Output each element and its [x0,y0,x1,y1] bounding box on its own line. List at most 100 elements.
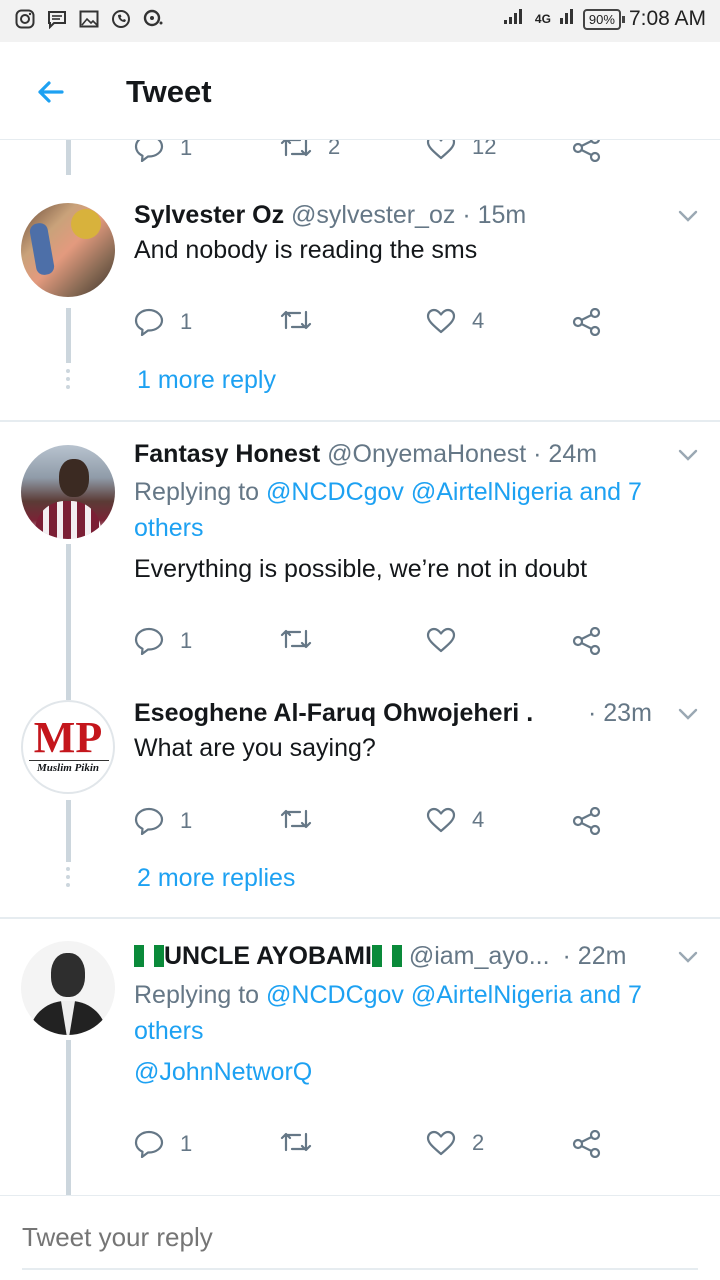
username[interactable]: @OnyemaHonest [327,440,526,468]
avatar[interactable] [21,445,115,539]
retweet-icon [280,629,312,649]
like-action[interactable] [426,627,472,653]
reply-action[interactable]: 1 [134,807,192,835]
like-count: 12 [472,140,497,159]
retweet-action[interactable] [280,308,328,332]
network-type: 4G [534,12,551,26]
share-icon [572,627,601,655]
chevron-down-icon[interactable] [678,448,698,462]
retweet-icon [280,1132,312,1152]
timestamp: · 22m [562,942,627,970]
tweet-text: What are you saying? [134,734,376,762]
tweet-actions: 1 4 [134,308,614,344]
retweet-action[interactable] [280,627,328,651]
gallery-icon [78,8,100,30]
chevron-down-icon[interactable] [678,707,698,721]
avatar[interactable] [21,203,115,297]
replying-to: Replying to @NCDCgov @AirtelNigeria and … [134,474,694,546]
share-action[interactable] [572,627,602,655]
mention-link[interactable]: @JohnNetworQ [134,1058,312,1087]
display-name[interactable]: Sylvester Oz [134,201,284,229]
replying-to-others[interactable]: others [134,514,203,542]
chevron-down-icon[interactable] [678,950,698,964]
share-action[interactable] [572,308,602,336]
heart-icon [426,627,456,653]
replying-to-others[interactable]: others [134,1017,203,1045]
chevron-down-icon[interactable] [678,209,698,223]
reply-action[interactable]: 1 [134,308,192,336]
share-icon [572,807,601,835]
username[interactable]: @iam_ayo... [409,942,550,970]
like-action[interactable]: 4 [426,308,484,334]
like-count: 2 [472,1130,485,1155]
status-right: 4G 90% 7:08 AM [503,7,706,31]
reply-icon [134,140,164,162]
like-action[interactable]: 2 [426,1130,484,1156]
tweet-actions: 1 2 [134,1130,614,1166]
tweet-header: UNCLE AYOBAMI @iam_ayo... · 22m [134,942,626,971]
retweet-icon [280,310,312,330]
share-action[interactable] [572,807,602,835]
share-icon [572,308,601,336]
retweet-action[interactable] [280,1130,328,1154]
like-action[interactable]: 4 [426,807,484,833]
avatar-caption: Muslim Pikin [36,762,100,774]
more-replies-link[interactable]: 1 more reply [137,366,276,395]
display-name[interactable]: Eseoghene Al-Faruq Ohwojeheri ... [134,699,534,727]
heart-icon [426,140,456,160]
display-name[interactable]: Fantasy Honest [134,440,320,468]
reply-underline [22,1268,698,1270]
page-title: Tweet [126,74,212,109]
heart-icon [426,1130,456,1156]
avatar[interactable] [21,941,115,1035]
retweet-action[interactable] [280,807,328,831]
chat-bubble-icon [142,8,164,30]
replying-prefix: Replying to [134,478,267,506]
reply-action[interactable]: 1 [134,627,192,655]
share-action[interactable] [572,1130,602,1158]
like-action[interactable]: 12 [426,140,496,160]
nigeria-flag-icon [371,945,402,967]
thread-line [66,544,71,672]
timestamp: · 23m [588,699,652,727]
reply-action[interactable]: 1 [134,1130,192,1158]
divider [0,917,720,919]
heart-icon [426,308,456,334]
back-button[interactable] [30,72,70,112]
avatar[interactable]: MP Muslim Pikin [21,700,115,794]
reply-count: 1 [180,140,193,160]
reply-input[interactable] [22,1222,682,1253]
replying-to-mentions[interactable]: @NCDCgov @AirtelNigeria and 7 [266,478,642,506]
thread-dots [66,867,71,891]
thread-line [66,800,71,862]
conversation-thread[interactable]: 1 2 12 Sylvester Oz @sylvester_oz · 15m … [0,140,720,1195]
reply-action[interactable]: 1 [134,140,192,162]
thread-dots [66,369,71,393]
share-action[interactable] [572,140,602,162]
thread-line [66,672,71,700]
battery-indicator: 90% [582,8,625,30]
notification-icons [14,8,164,30]
tweet-time: · 23m [588,699,652,728]
display-name[interactable]: UNCLE AYOBAMI [164,942,372,970]
retweet-icon [280,140,312,157]
back-arrow-icon [38,81,64,103]
more-replies-link[interactable]: 2 more replies [137,864,295,893]
reply-icon [134,627,164,655]
tweet-header: Fantasy Honest @OnyemaHonest · 24m [134,440,597,469]
whatsapp-icon [110,8,132,30]
tweet-text: And nobody is reading the sms [134,236,478,264]
like-count: 4 [472,308,485,333]
thread-line [66,308,71,363]
clock: 7:08 AM [628,7,706,30]
username[interactable]: @sylvester_oz [291,201,455,229]
thread-line [66,140,71,175]
instagram-icon [14,8,36,30]
retweet-action[interactable]: 2 [280,140,340,160]
replying-to-mentions[interactable]: @NCDCgov @AirtelNigeria and 7 [266,981,642,1009]
tweet-actions: 1 4 [134,807,614,843]
divider [0,420,720,422]
timestamp: · 15m [462,201,527,229]
retweet-icon [280,809,312,829]
app-header: Tweet [0,42,720,140]
